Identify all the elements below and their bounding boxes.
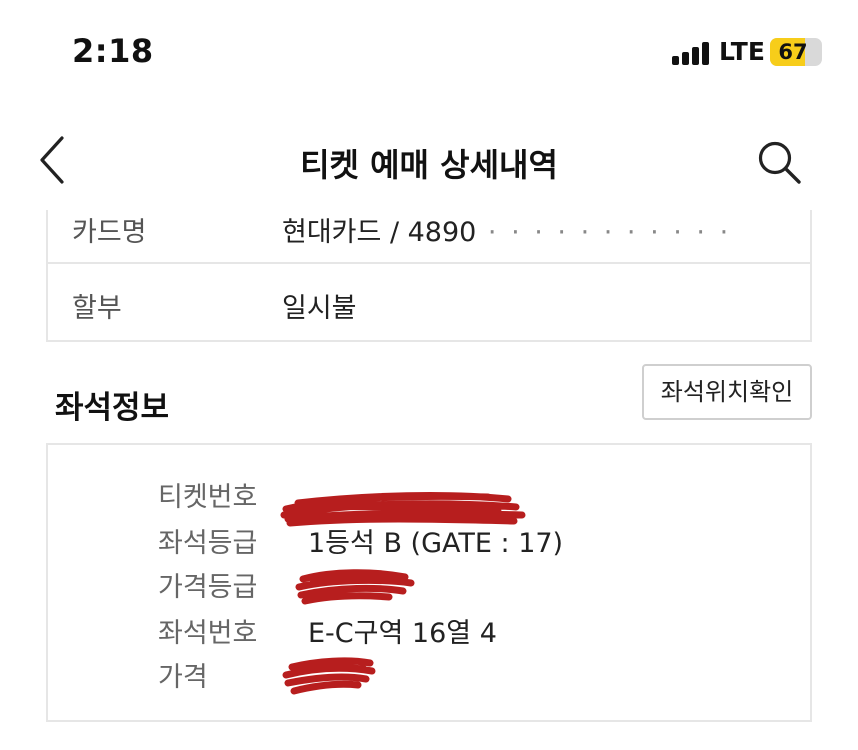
status-bar: 2:18 LTE 67: [0, 0, 858, 105]
payment-label: 할부: [72, 293, 122, 324]
search-icon: [758, 141, 801, 184]
signal-strength-icon: [672, 41, 712, 65]
seat-row-seat-grade: 좌석등급 1등석 B (GATE : 17): [48, 517, 810, 561]
payment-value: 일시불: [282, 293, 357, 324]
seat-value: 1등석 B (GATE : 17): [308, 528, 564, 559]
payment-row-card: 카드명 현대카드 / 4890 · · · · · · · · · · ·: [48, 210, 810, 264]
seat-label: 가격: [158, 662, 208, 693]
battery-icon: 67: [770, 38, 822, 66]
payment-info-card: 카드명 현대카드 / 4890 · · · · · · · · · · · 할부…: [46, 210, 812, 342]
seat-info-card: 티켓번호 좌석등급 1등석 B (GATE : 17) 가격등급 좌석번호 E-…: [46, 443, 812, 722]
seat-label: 가격등급: [158, 572, 258, 603]
redaction-scribble: [282, 657, 376, 695]
payment-label: 카드명: [72, 217, 147, 248]
section-title-seat-info: 좌석정보: [55, 390, 170, 426]
payment-row-installment: 할부 일시불: [48, 266, 810, 340]
seat-row-seat-number: 좌석번호 E-C구역 16열 4: [48, 607, 810, 651]
seat-location-check-button[interactable]: 좌석위치확인: [642, 364, 812, 420]
payment-value: 현대카드 / 4890 · · · · · · · · · · ·: [282, 210, 731, 249]
search-button[interactable]: [752, 135, 806, 189]
seat-row-price: 가격: [48, 651, 810, 695]
page-title: 티켓 예매 상세내역: [300, 146, 558, 184]
card-name-value: 현대카드 / 4890: [282, 217, 477, 248]
redaction-scribble: [295, 569, 415, 605]
battery-percent: 67: [778, 40, 808, 64]
seat-value: E-C구역 16열 4: [308, 618, 497, 649]
seat-label: 좌석번호: [158, 618, 258, 649]
nav-bar: 티켓 예매 상세내역: [0, 110, 858, 210]
masked-digits: · · · · · · · · · · ·: [476, 217, 732, 248]
status-time: 2:18: [72, 32, 154, 70]
seat-row-price-grade: 가격등급: [48, 561, 810, 605]
seat-row-ticket-number: 티켓번호: [48, 471, 810, 527]
network-type: LTE: [719, 37, 765, 66]
seat-label: 티켓번호: [158, 482, 258, 513]
seat-label: 좌석등급: [158, 528, 258, 559]
